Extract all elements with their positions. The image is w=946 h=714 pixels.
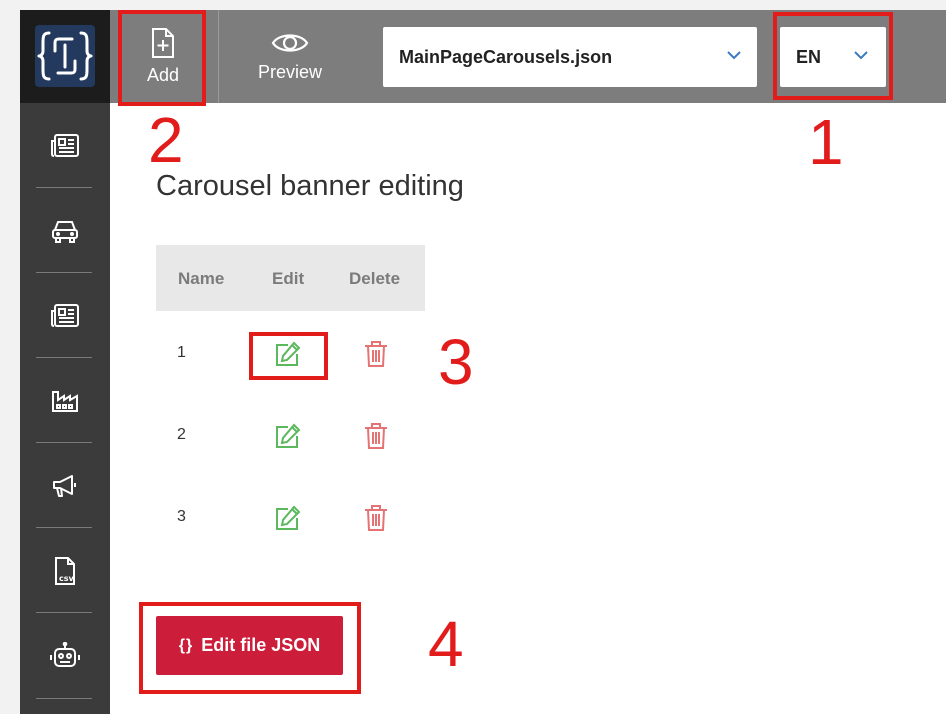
nav-item-news[interactable] bbox=[20, 103, 110, 188]
chevron-down-icon bbox=[727, 51, 741, 60]
car-icon bbox=[52, 220, 78, 243]
edit-icon[interactable] bbox=[272, 422, 302, 452]
annotation-number-4: 4 bbox=[428, 608, 464, 680]
file-select[interactable]: MainPageCarousels.json bbox=[383, 27, 757, 87]
row-name: 1 bbox=[177, 344, 186, 361]
top-strip bbox=[0, 0, 946, 10]
svg-text:csv: csv bbox=[59, 574, 75, 583]
robot-icon bbox=[50, 641, 80, 667]
row-name: 3 bbox=[177, 508, 186, 525]
nav-item-bots[interactable] bbox=[20, 613, 110, 698]
page-title: Carousel banner editing bbox=[156, 170, 464, 202]
annotation-number-2: 2 bbox=[148, 104, 184, 176]
annotation-number-1: 1 bbox=[808, 106, 844, 178]
row-name: 2 bbox=[177, 426, 186, 443]
megaphone-icon bbox=[53, 474, 76, 497]
nav-item-factories[interactable] bbox=[20, 358, 110, 443]
annotation-box-json bbox=[139, 602, 361, 694]
nav-item-announcements[interactable] bbox=[20, 443, 110, 528]
file-select-value: MainPageCarousels.json bbox=[399, 46, 613, 67]
annotation-number-3: 3 bbox=[438, 326, 474, 398]
nav-item-csv[interactable]: csv bbox=[20, 528, 110, 613]
csv-file-icon: csv bbox=[55, 556, 75, 585]
preview-button[interactable]: Preview bbox=[240, 10, 340, 103]
column-header-name: Name bbox=[178, 269, 225, 288]
trash-icon[interactable] bbox=[362, 421, 390, 451]
nav-item-cars[interactable] bbox=[20, 188, 110, 273]
left-strip bbox=[0, 0, 20, 714]
column-header-delete: Delete bbox=[349, 269, 401, 288]
toolbar-divider bbox=[218, 10, 219, 103]
factory-icon bbox=[52, 390, 78, 412]
annotation-box-edit bbox=[249, 332, 328, 380]
newspaper-icon bbox=[51, 303, 79, 327]
sidebar: csv bbox=[20, 10, 110, 714]
table-header: Name Edit Delete bbox=[156, 245, 425, 311]
logo-container bbox=[20, 10, 110, 103]
preview-label: Preview bbox=[257, 62, 323, 82]
newspaper-icon bbox=[51, 133, 79, 157]
nav-item-articles[interactable] bbox=[20, 273, 110, 358]
annotation-box-language bbox=[773, 12, 893, 100]
app-logo-icon[interactable] bbox=[35, 25, 95, 87]
edit-icon[interactable] bbox=[272, 504, 302, 534]
nav-separator bbox=[36, 698, 92, 699]
trash-icon[interactable] bbox=[362, 503, 390, 533]
annotation-box-add bbox=[118, 10, 206, 106]
eye-icon bbox=[271, 34, 309, 52]
trash-icon[interactable] bbox=[362, 339, 390, 369]
column-header-edit: Edit bbox=[272, 269, 305, 288]
